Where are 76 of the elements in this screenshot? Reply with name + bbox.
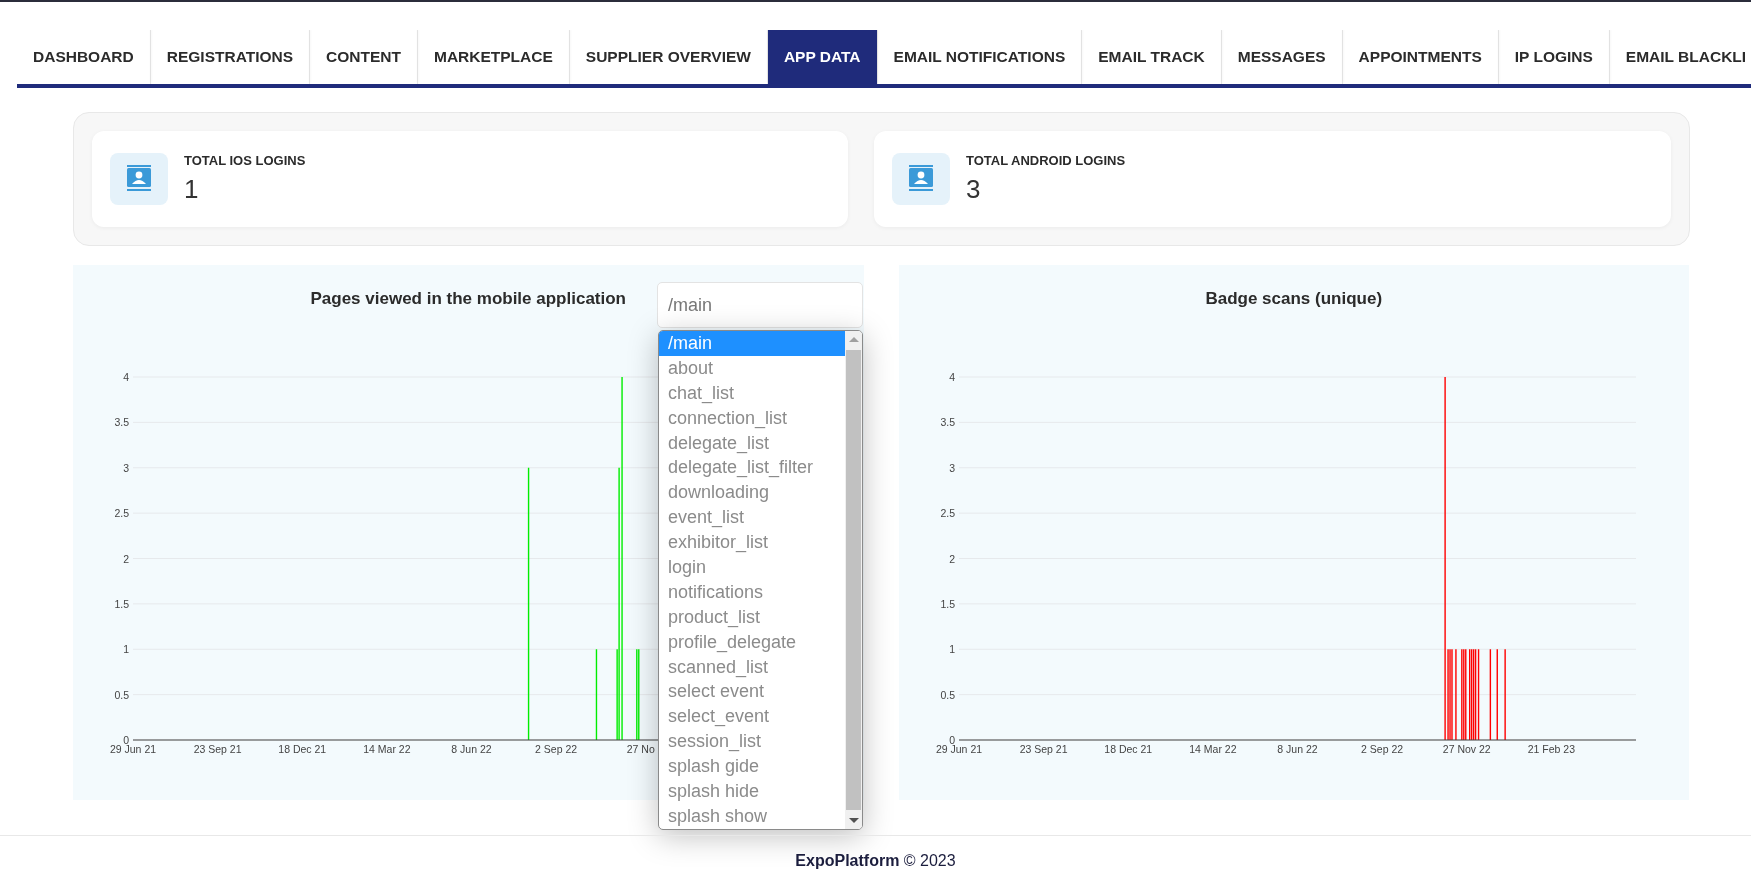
dropdown-option[interactable]: downloading bbox=[659, 480, 845, 506]
stat-label: TOTAL IOS LOGINS bbox=[184, 153, 306, 168]
x-tick-label: 27 Nov 22 bbox=[1442, 743, 1491, 755]
y-tick-label: 4 bbox=[123, 371, 129, 383]
x-tick-label: 14 Mar 22 bbox=[363, 743, 411, 755]
dropdown-option[interactable]: connection_list bbox=[659, 405, 845, 431]
x-tick-label: 23 Sep 21 bbox=[1019, 743, 1068, 755]
dropdown-option[interactable]: splash show bbox=[659, 803, 845, 829]
chart-title: Badge scans (unique) bbox=[1205, 289, 1383, 309]
y-tick-label: 2.5 bbox=[114, 507, 129, 520]
nav-tab[interactable]: IP LOGINS bbox=[1498, 30, 1610, 84]
dropdown-option[interactable]: delegate_list_filter bbox=[659, 455, 845, 481]
nav-tab[interactable]: CONTENT bbox=[310, 30, 418, 84]
y-tick-label: 1.5 bbox=[114, 597, 129, 610]
nav-tab[interactable]: EMAIL TRACK bbox=[1082, 30, 1222, 84]
y-tick-label: 1.5 bbox=[939, 597, 955, 610]
y-tick-label: 3 bbox=[123, 461, 129, 474]
y-tick-label: 2 bbox=[123, 552, 129, 565]
dropdown-option[interactable]: chat_list bbox=[659, 380, 845, 406]
nav-tab[interactable]: DASHBOARD bbox=[17, 30, 151, 84]
dropdown-option[interactable]: select_event bbox=[659, 704, 845, 730]
dropdown-option[interactable]: /main bbox=[659, 331, 845, 356]
y-tick-label: 0.5 bbox=[939, 688, 955, 701]
nav-tab[interactable]: APP DATA bbox=[767, 30, 878, 84]
nav-tab[interactable]: MARKETPLACE bbox=[418, 30, 570, 84]
stat-value: 3 bbox=[966, 174, 982, 205]
dropdown-option[interactable]: exhibitor_list bbox=[659, 530, 845, 555]
dropdown-option[interactable]: select event bbox=[659, 679, 845, 705]
dropdown-option[interactable]: event_list bbox=[659, 505, 845, 531]
nav-tab[interactable]: REGISTRATIONS bbox=[150, 30, 311, 84]
x-tick-label: 29 Jun 21 bbox=[109, 743, 157, 755]
x-tick-label: 18 Dec 21 bbox=[278, 743, 327, 755]
x-tick-label: 18 Dec 21 bbox=[1103, 743, 1152, 755]
contact-card-icon bbox=[110, 153, 168, 205]
dropdown-option[interactable]: product_list bbox=[659, 604, 845, 630]
x-tick-label: 21 Feb 23 bbox=[1527, 743, 1575, 755]
y-tick-label: 0 bbox=[123, 734, 129, 746]
y-tick-label: 0.5 bbox=[114, 688, 129, 701]
stat-value: 1 bbox=[184, 174, 200, 205]
x-tick-label: 8 Jun 22 bbox=[451, 743, 492, 755]
x-tick-label: 29 Jun 21 bbox=[935, 743, 982, 755]
nav-tab[interactable]: APPOINTMENTS bbox=[1342, 30, 1499, 84]
dropdown-option[interactable]: about bbox=[659, 355, 845, 381]
x-tick-label: 8 Jun 22 bbox=[1276, 743, 1318, 755]
x-tick-label: 27 No bbox=[626, 743, 655, 755]
dropdown-option[interactable]: profile_delegate bbox=[659, 629, 845, 655]
x-tick-label: 14 Mar 22 bbox=[1188, 743, 1236, 755]
scrollbar[interactable] bbox=[845, 331, 862, 829]
x-tick-label: 2 Sep 22 bbox=[1360, 743, 1403, 755]
chart-title: Pages viewed in the mobile application bbox=[310, 289, 626, 309]
y-tick-label: 0 bbox=[948, 734, 955, 746]
x-tick-label: 23 Sep 21 bbox=[193, 743, 242, 755]
y-tick-label: 2 bbox=[948, 552, 955, 565]
nav-tab[interactable]: EMAIL NOTIFICATIONS bbox=[877, 30, 1083, 84]
copyright-text: ExpoPlatform © 2023 bbox=[795, 851, 956, 870]
y-tick-label: 3.5 bbox=[114, 416, 129, 429]
y-tick-label: 3.5 bbox=[939, 416, 955, 429]
nav-tab[interactable]: EMAIL BLACKLI bbox=[1609, 30, 1751, 84]
page-select[interactable]: /main bbox=[657, 282, 863, 328]
contact-card-icon bbox=[892, 153, 950, 205]
dropdown-option[interactable]: notifications bbox=[659, 579, 845, 605]
y-tick-label: 2.5 bbox=[939, 507, 955, 520]
stat-label: TOTAL ANDROID LOGINS bbox=[966, 153, 1126, 168]
dropdown-option[interactable]: session_list bbox=[659, 729, 845, 755]
dropdown-option[interactable]: scanned_list bbox=[659, 654, 845, 680]
y-tick-label: 3 bbox=[948, 461, 955, 474]
dropdown-option[interactable]: splash hide bbox=[659, 779, 845, 804]
nav-tab[interactable]: SUPPLIER OVERVIEW bbox=[569, 30, 768, 84]
y-tick-label: 1 bbox=[948, 643, 955, 656]
nav-tab[interactable]: MESSAGES bbox=[1221, 30, 1343, 84]
dropdown-option[interactable]: splash gide bbox=[659, 754, 845, 780]
dropdown-option[interactable]: delegate_list bbox=[659, 430, 845, 456]
y-tick-label: 1 bbox=[123, 643, 129, 656]
dropdown-option[interactable]: login bbox=[659, 555, 845, 580]
x-tick-label: 2 Sep 22 bbox=[535, 743, 578, 755]
y-tick-label: 4 bbox=[948, 371, 955, 383]
